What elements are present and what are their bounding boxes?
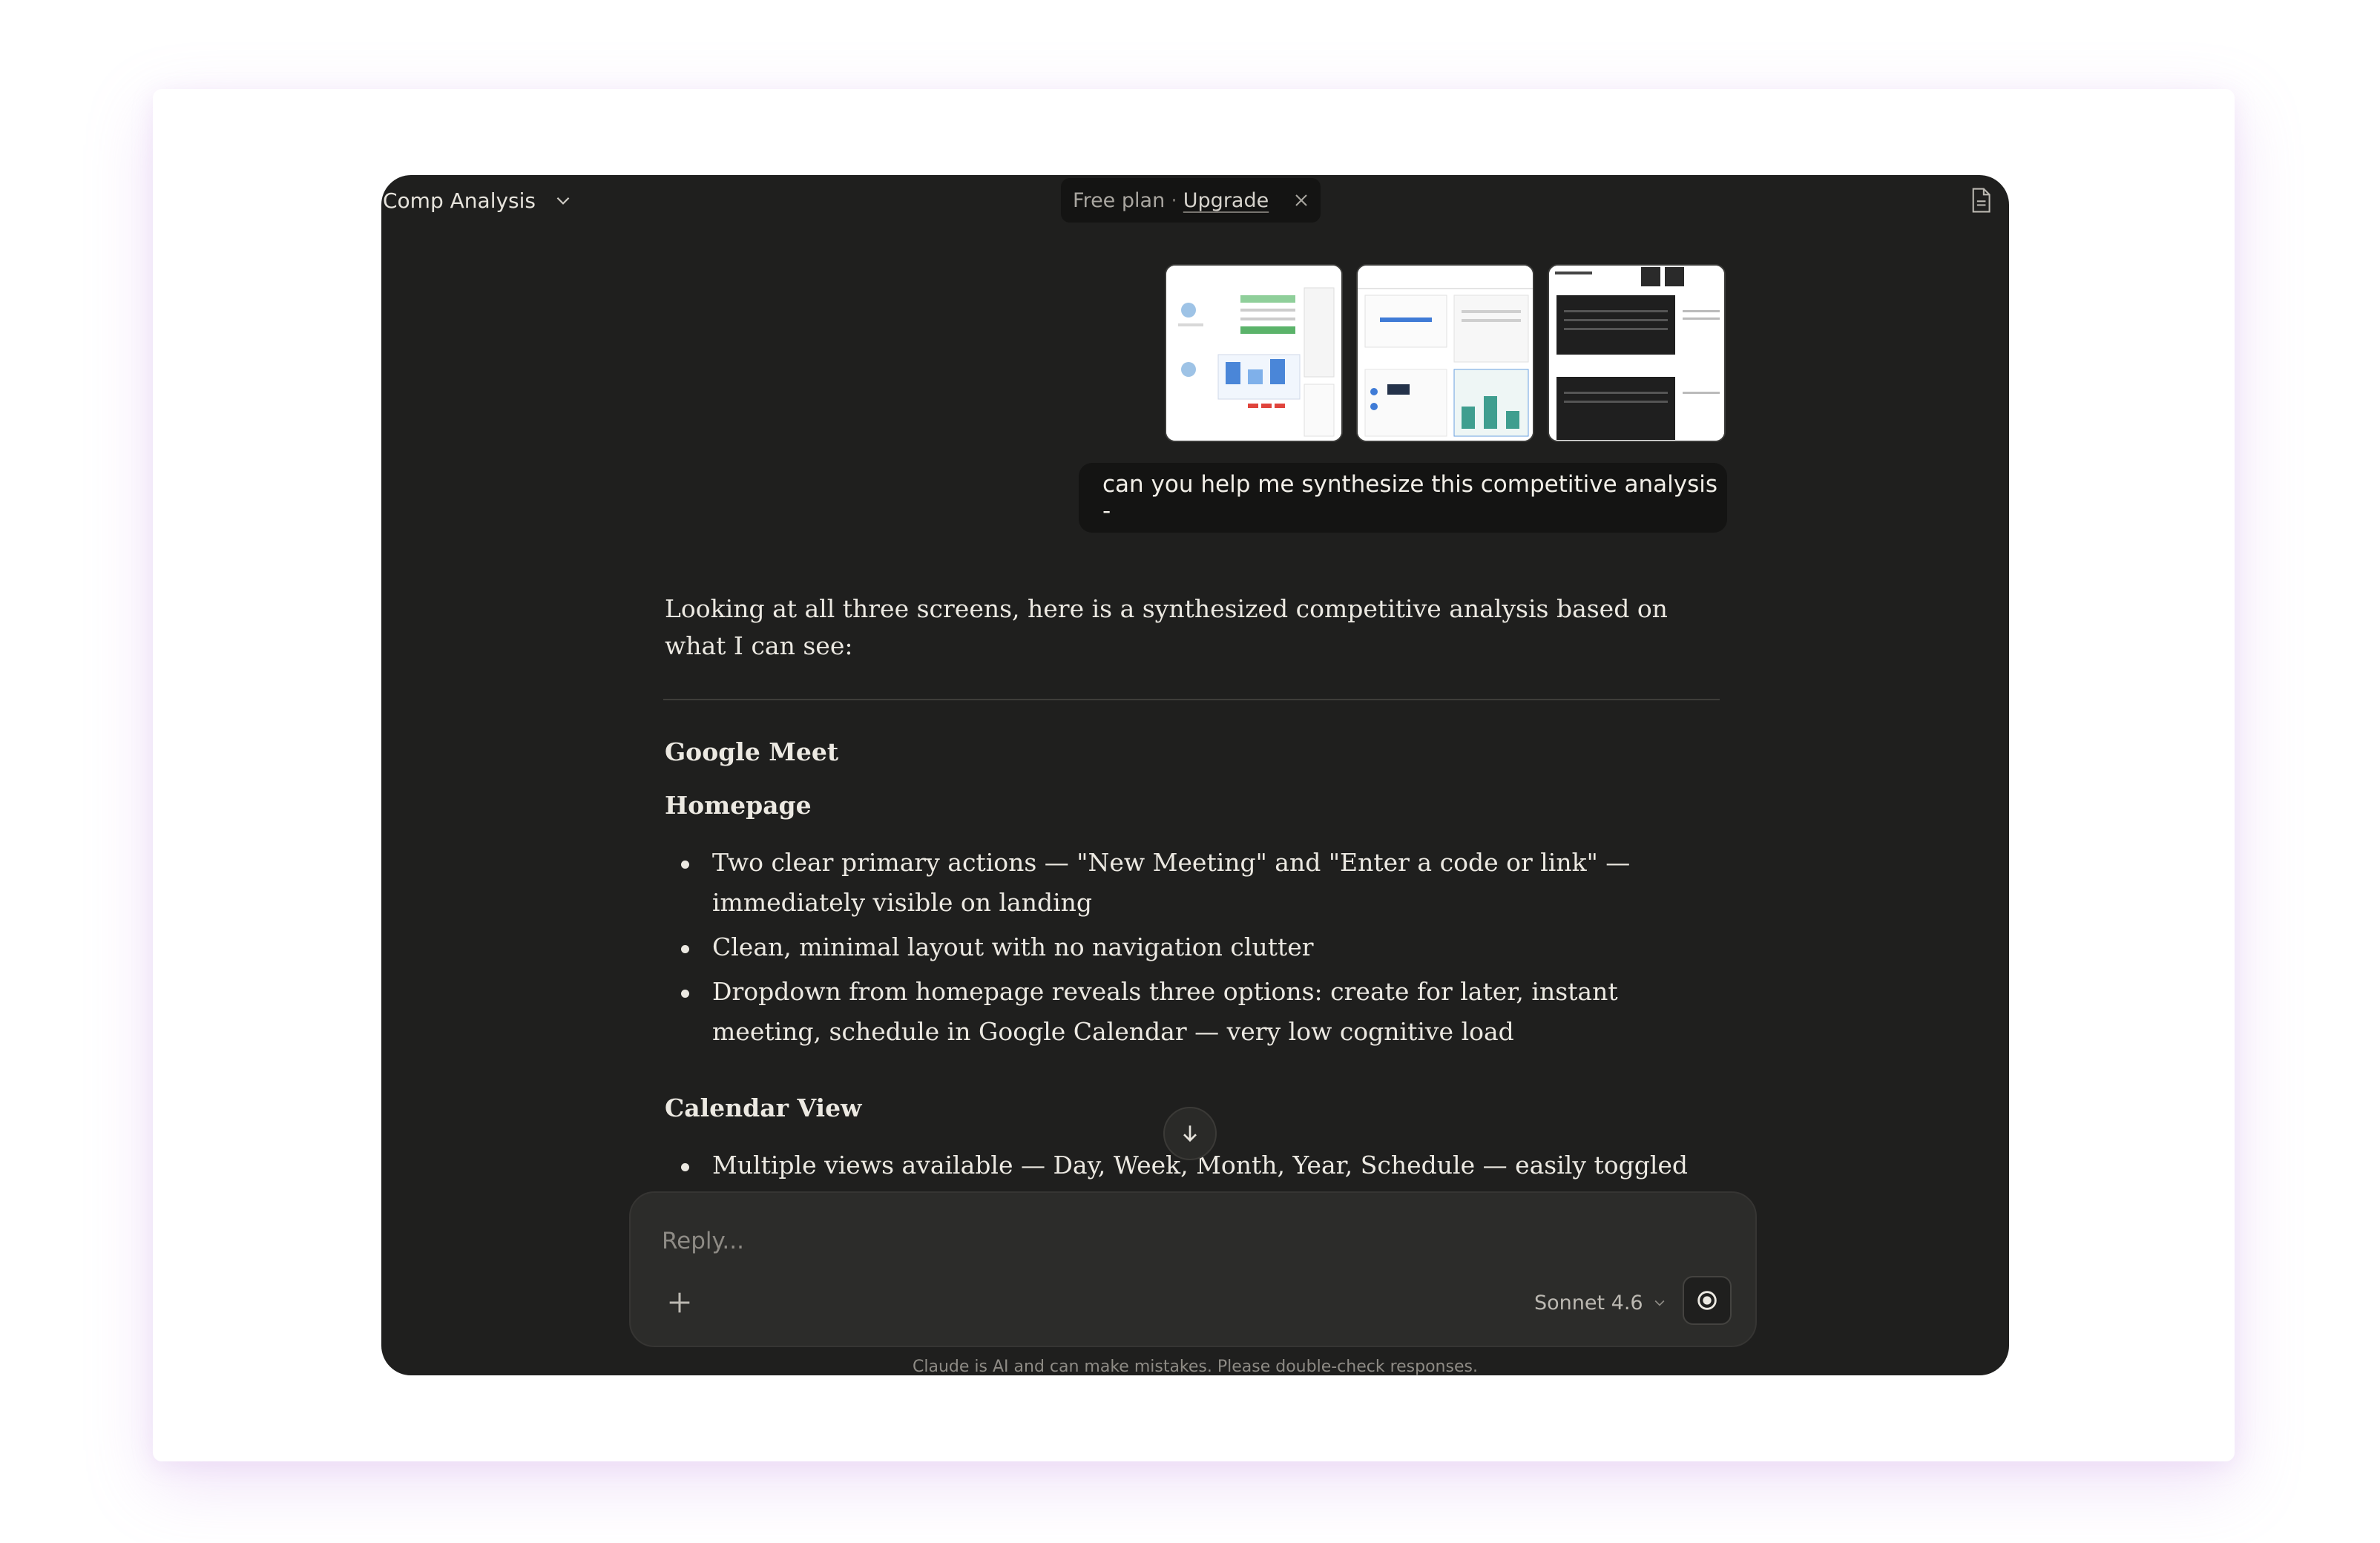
project-selector[interactable]: Comp Analysis bbox=[383, 185, 573, 215]
list-item: Dropdown from homepage reveals three opt… bbox=[665, 972, 1703, 1052]
plan-label: Free plan bbox=[1073, 188, 1166, 212]
list-item: Clean, minimal layout with no navigation… bbox=[665, 927, 1703, 967]
chat-window: Comp Analysis Free plan · Upgrade can yo… bbox=[381, 175, 2009, 1375]
attachment-thumbnail[interactable] bbox=[1548, 264, 1726, 442]
scroll-to-bottom-button[interactable] bbox=[1163, 1107, 1217, 1160]
attachment-thumbnail[interactable] bbox=[1165, 264, 1343, 442]
reply-input[interactable] bbox=[662, 1223, 1626, 1260]
document-icon[interactable] bbox=[1969, 187, 1993, 214]
attachment-thumbnail[interactable] bbox=[1356, 264, 1534, 442]
plus-icon[interactable] bbox=[665, 1288, 694, 1317]
divider bbox=[663, 699, 1720, 700]
model-selector[interactable]: Sonnet 4.6 bbox=[1534, 1288, 1667, 1317]
composer: Sonnet 4.6 bbox=[629, 1191, 1757, 1347]
response-intro: Looking at all three screens, here is a … bbox=[665, 594, 1668, 660]
close-icon[interactable] bbox=[1292, 191, 1310, 209]
user-message-text: can you help me synthesize this competit… bbox=[1102, 471, 1718, 524]
assistant-response: Looking at all three screens, here is a … bbox=[663, 590, 1720, 1190]
project-title: Comp Analysis bbox=[383, 188, 536, 213]
user-message: can you help me synthesize this competit… bbox=[1079, 463, 1727, 533]
section-title: Google Meet bbox=[665, 737, 839, 766]
voice-mode-button[interactable] bbox=[1683, 1276, 1732, 1325]
model-label: Sonnet 4.6 bbox=[1534, 1291, 1643, 1315]
plan-separator: · bbox=[1171, 188, 1177, 212]
chevron-down-icon bbox=[556, 197, 570, 205]
attachment-thumbnails bbox=[1165, 264, 1726, 442]
chevron-down-icon bbox=[1654, 1300, 1665, 1306]
record-icon bbox=[1697, 1291, 1717, 1310]
top-bar: Comp Analysis Free plan · Upgrade bbox=[381, 175, 2009, 223]
arrow-down-icon bbox=[1183, 1125, 1197, 1142]
subsection-title: Homepage bbox=[665, 791, 812, 820]
plan-banner: Free plan · Upgrade bbox=[1061, 178, 1321, 223]
disclaimer: Claude is AI and can make mistakes. Plea… bbox=[913, 1358, 1478, 1375]
upgrade-link[interactable]: Upgrade bbox=[1183, 189, 1269, 212]
bullet-list: Two clear primary actions — "New Meeting… bbox=[665, 843, 1718, 1052]
list-item: Two clear primary actions — "New Meeting… bbox=[665, 843, 1703, 923]
